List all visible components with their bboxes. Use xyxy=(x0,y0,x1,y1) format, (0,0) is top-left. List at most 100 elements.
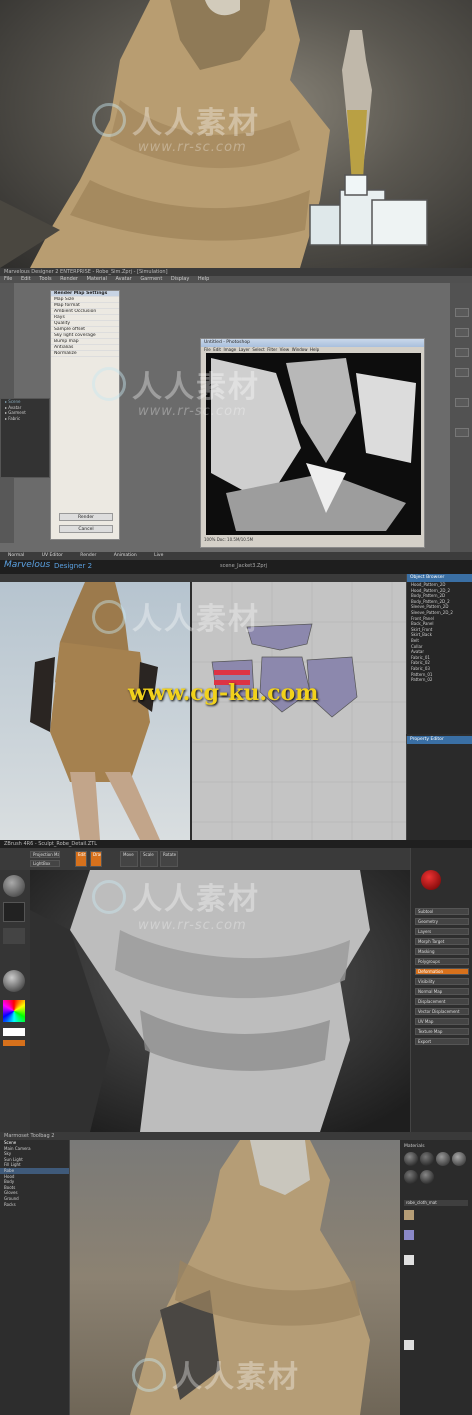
image-window-title: Untitled - Photoshop xyxy=(201,339,424,347)
tool-thumbnail[interactable] xyxy=(421,870,441,890)
cancel-button[interactable]: Cancel xyxy=(59,525,113,533)
step xyxy=(371,199,428,246)
menu-material[interactable]: Material xyxy=(87,276,107,282)
image-menu-item[interactable]: Filter xyxy=(267,347,277,352)
active-tool-badge[interactable] xyxy=(3,1040,25,1046)
draw-button[interactable]: Draw xyxy=(90,851,102,867)
material-ball[interactable] xyxy=(404,1152,418,1166)
menu-edit[interactable]: Edit xyxy=(21,276,31,282)
tab-animation[interactable]: Animation xyxy=(114,553,137,558)
side-button[interactable] xyxy=(455,348,469,357)
tunic-garment xyxy=(50,642,150,782)
object-browser-title: Object Browser xyxy=(407,574,472,582)
image-menu-item[interactable]: Layer xyxy=(239,347,250,352)
palette-normal-map[interactable]: Normal Map xyxy=(415,988,469,995)
color-picker-icon[interactable] xyxy=(3,1000,25,1022)
normal-swatch[interactable] xyxy=(404,1230,414,1240)
image-menu-item[interactable]: Image xyxy=(224,347,237,352)
tab-live[interactable]: Live xyxy=(154,553,163,558)
property-editor-title: Property Editor xyxy=(407,736,472,744)
watermark-brand: 人人素材 xyxy=(172,1360,300,1395)
alpha-icon[interactable] xyxy=(3,928,25,944)
ao-swatch[interactable] xyxy=(404,1340,414,1350)
palette-displacement[interactable]: Displacement xyxy=(415,998,469,1005)
materials-header: Materials xyxy=(404,1144,425,1149)
palette-geometry[interactable]: Geometry xyxy=(415,918,469,925)
main-color-swatch[interactable] xyxy=(3,1028,25,1036)
material-ball[interactable] xyxy=(452,1152,466,1166)
palette-vector-displacement[interactable]: Vector Displacement xyxy=(415,1008,469,1015)
watermark-logo xyxy=(92,367,126,401)
window-title: Marmoset Toolbag 2 xyxy=(0,1132,472,1140)
palette-morph-target[interactable]: Morph Target xyxy=(415,938,469,945)
palette-layers[interactable]: Layers xyxy=(415,928,469,935)
menu-file[interactable]: File xyxy=(4,276,12,282)
scene-item[interactable]: Rocks xyxy=(0,1202,69,1208)
palette-deformation[interactable]: Deformation xyxy=(415,968,469,975)
zbrush-panel: ZBrush 4R6 - Sculpt_Robe_Detail.ZTL Proj… xyxy=(0,840,472,1132)
side-button[interactable] xyxy=(455,398,469,407)
toolbar xyxy=(0,574,472,582)
gloss-swatch[interactable] xyxy=(404,1255,414,1265)
tab-normal[interactable]: Normal xyxy=(8,553,24,558)
menu-tools[interactable]: Tools xyxy=(39,276,51,282)
image-menu-item[interactable]: Window xyxy=(292,347,308,352)
palette-polygroups[interactable]: Polygroups xyxy=(415,958,469,965)
palette-texture-map[interactable]: Texture Map xyxy=(415,1028,469,1035)
lightbox-button[interactable]: LightBox xyxy=(30,860,60,867)
watermark-site: www.rr-sc.com xyxy=(138,918,247,933)
albedo-swatch[interactable] xyxy=(404,1210,414,1220)
move-button[interactable]: Move xyxy=(120,851,138,867)
menu-help[interactable]: Help xyxy=(198,276,209,282)
image-menu-item[interactable]: Select xyxy=(252,347,264,352)
watermark-logo xyxy=(92,880,126,914)
image-menu-item[interactable]: Edit xyxy=(213,347,221,352)
watermark-site: www.rr-sc.com xyxy=(138,404,247,419)
material-ball[interactable] xyxy=(420,1170,434,1184)
menu-garment[interactable]: Garment xyxy=(140,276,162,282)
image-menu-item[interactable]: View xyxy=(280,347,290,352)
image-menu-item[interactable]: Help xyxy=(310,347,319,352)
watermark-site: www.rr-sc.com xyxy=(138,140,247,155)
palette-masking[interactable]: Masking xyxy=(415,948,469,955)
image-menu-item[interactable]: File xyxy=(204,347,211,352)
menu-avatar[interactable]: Avatar xyxy=(115,276,131,282)
menu-render[interactable]: Render xyxy=(60,276,78,282)
edit-button[interactable]: Edit xyxy=(75,851,87,867)
material-icon[interactable] xyxy=(3,970,25,992)
marvelous-designer-panel: Marvelous Designer 2 scene_Jacket3.Zprj … xyxy=(0,560,472,840)
material-ball[interactable] xyxy=(404,1170,418,1184)
tree-item[interactable]: ▸ Fabric xyxy=(1,416,49,422)
render-button[interactable]: Render xyxy=(59,513,113,521)
top-shelf: Projection Master LightBox Edit Draw Mov… xyxy=(0,848,472,870)
brush-icon[interactable] xyxy=(3,875,25,897)
hero-render-panel: 人人素材 www.rr-sc.com xyxy=(0,0,472,268)
palette-uv-map[interactable]: UV Map xyxy=(415,1018,469,1025)
side-button[interactable] xyxy=(455,428,469,437)
dialog-row[interactable]: Normalize xyxy=(51,351,119,357)
stroke-icon[interactable] xyxy=(3,902,25,922)
material-ball[interactable] xyxy=(420,1152,434,1166)
palette-visibility[interactable]: Visibility xyxy=(415,978,469,985)
outliner-item[interactable]: Pattern_02 xyxy=(407,677,472,683)
watermark-logo xyxy=(92,600,126,634)
tool-palette: Subtool Geometry Layers Morph Target Mas… xyxy=(410,848,472,1132)
scale-button[interactable]: Scale xyxy=(140,851,158,867)
menu-display[interactable]: Display xyxy=(171,276,189,282)
tab-render[interactable]: Render xyxy=(80,553,96,558)
projection-master-button[interactable]: Projection Master xyxy=(30,851,60,858)
side-button[interactable] xyxy=(455,368,469,377)
mini-figure-legs xyxy=(347,110,367,185)
palette-subtool[interactable]: Subtool xyxy=(415,908,469,915)
side-button[interactable] xyxy=(455,308,469,317)
texture-bake-panel: Marvelous Designer 2 ENTERPRISE - Robe_S… xyxy=(0,268,472,560)
window-title: Marvelous Designer 2 ENTERPRISE - Robe_S… xyxy=(0,268,472,276)
material-ball[interactable] xyxy=(436,1152,450,1166)
scene-title: scene_Jacket3.Zprj xyxy=(220,563,268,569)
image-status-bar: 100% Doc: 10.5M/10.5M xyxy=(204,537,254,542)
rotate-button[interactable]: Rotate xyxy=(160,851,178,867)
tab-uv-editor[interactable]: UV Editor xyxy=(42,553,63,558)
side-button[interactable] xyxy=(455,328,469,337)
palette-export[interactable]: Export xyxy=(415,1038,469,1045)
bottom-tab-bar: Normal UV Editor Render Animation Live xyxy=(0,552,472,560)
